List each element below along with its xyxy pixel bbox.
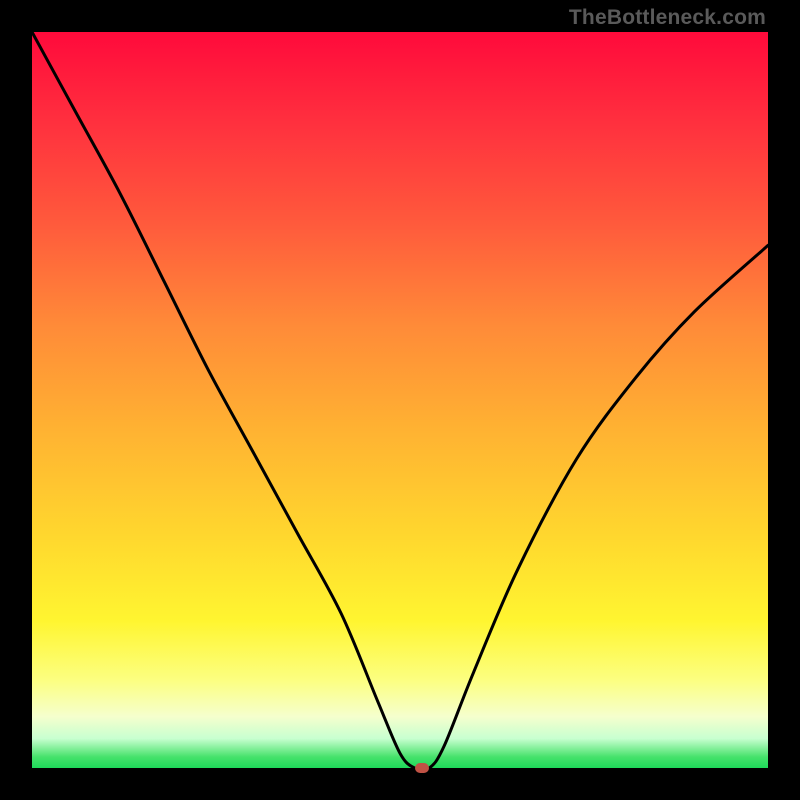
chart-frame: TheBottleneck.com xyxy=(0,0,800,800)
watermark-text: TheBottleneck.com xyxy=(569,6,766,30)
bottleneck-curve xyxy=(32,32,768,768)
plot-area xyxy=(32,32,768,768)
min-marker xyxy=(415,763,429,773)
